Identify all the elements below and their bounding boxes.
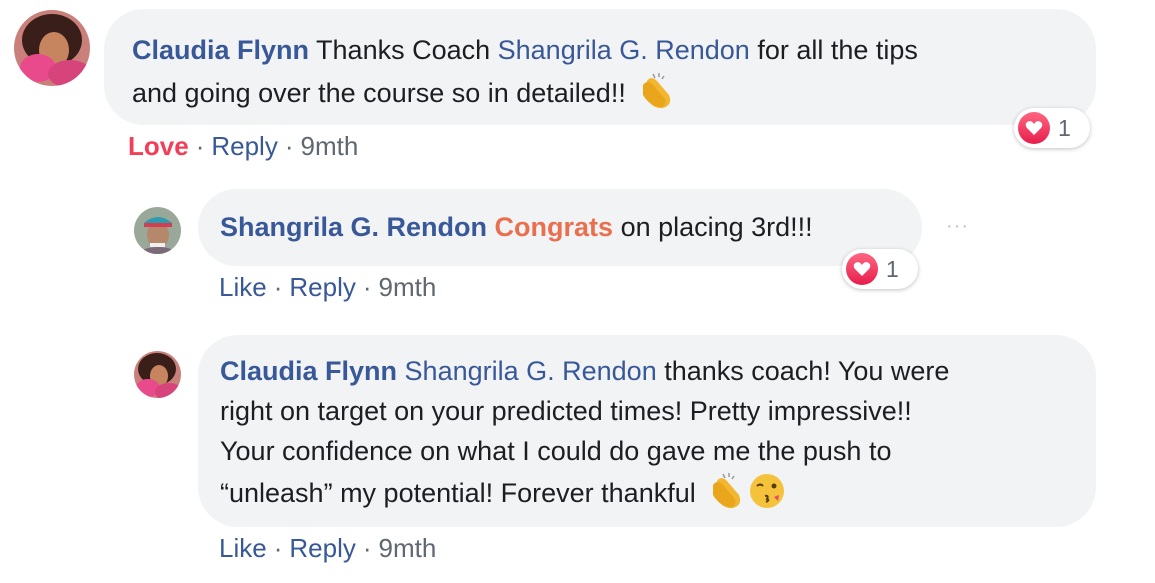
- comment-text: on placing 3rd!!!: [613, 212, 813, 242]
- mention-link[interactable]: Shangrila G. Rendon: [405, 356, 657, 386]
- reaction-count-badge[interactable]: 1: [1014, 108, 1090, 148]
- separator: ·: [273, 533, 283, 563]
- comment-timestamp[interactable]: 9mth: [379, 272, 437, 302]
- comment-author[interactable]: Claudia Flynn: [220, 356, 397, 386]
- comment-text: “unleash” my potential! Forever thankful: [220, 478, 696, 508]
- comment-text: Thanks Coach: [316, 35, 498, 65]
- reply-button[interactable]: Reply: [289, 533, 355, 563]
- comment-author[interactable]: Claudia Flynn: [132, 35, 309, 65]
- comment-bubble: Claudia Flynn Shangrila G. Rendon thanks…: [198, 335, 1096, 527]
- kissing-face-winking-icon: [747, 471, 787, 522]
- reply-button[interactable]: Reply: [289, 272, 355, 302]
- more-options-icon[interactable]: ···: [946, 216, 969, 236]
- mention-link[interactable]: Shangrila G. Rendon: [498, 35, 750, 65]
- separator: ·: [362, 272, 372, 302]
- reaction-count: 1: [1058, 114, 1071, 141]
- comment-timestamp[interactable]: 9mth: [379, 533, 437, 563]
- avatar-shangrila-g-rendon[interactable]: [134, 207, 181, 254]
- comment-text: and going over the course so in detailed…: [132, 78, 626, 108]
- love-reaction-icon: [1018, 112, 1050, 144]
- comment-text-line: Claudia Flynn Shangrila G. Rendon thanks…: [220, 351, 1074, 391]
- comment-text-line: “unleash” my potential! Forever thankful: [220, 471, 1074, 522]
- comment-actions: Like · Reply · 9mth: [219, 272, 436, 303]
- comment-actions: Love · Reply · 9mth: [128, 131, 358, 162]
- reply-button[interactable]: Reply: [211, 131, 277, 161]
- comment-text-line: right on target on your predicted times!…: [220, 396, 912, 426]
- separator: ·: [195, 131, 205, 161]
- reaction-count-badge[interactable]: 1: [842, 249, 918, 289]
- clapping-hands-icon: [637, 71, 677, 123]
- like-button[interactable]: Like: [219, 533, 267, 563]
- clapping-hands-icon: [707, 471, 747, 522]
- avatar-claudia-flynn[interactable]: [14, 10, 90, 86]
- separator: ·: [362, 533, 372, 563]
- love-reaction-icon: [846, 253, 878, 285]
- highlighted-word: Congrats: [494, 212, 614, 242]
- avatar-claudia-flynn[interactable]: [134, 351, 181, 398]
- reaction-count: 1: [886, 255, 899, 282]
- comment-timestamp[interactable]: 9mth: [301, 131, 359, 161]
- comment-text-line: Your confidence on what I could do gave …: [220, 436, 892, 466]
- comment-bubble: Claudia Flynn Thanks Coach Shangrila G. …: [104, 9, 1096, 125]
- comment-author[interactable]: Shangrila G. Rendon: [220, 212, 487, 242]
- comment-text: for all the tips: [749, 35, 918, 65]
- comment-text: thanks coach! You were: [656, 356, 950, 386]
- comment-text-line: and going over the course so in detailed…: [132, 71, 1068, 123]
- comment-actions: Like · Reply · 9mth: [219, 533, 436, 564]
- separator: ·: [284, 131, 294, 161]
- love-button[interactable]: Love: [128, 131, 189, 161]
- like-button[interactable]: Like: [219, 272, 267, 302]
- comment-bubble: Shangrila G. Rendon Congrats on placing …: [198, 189, 922, 266]
- separator: ·: [273, 272, 283, 302]
- comment-text-line: Claudia Flynn Thanks Coach Shangrila G. …: [132, 30, 1068, 71]
